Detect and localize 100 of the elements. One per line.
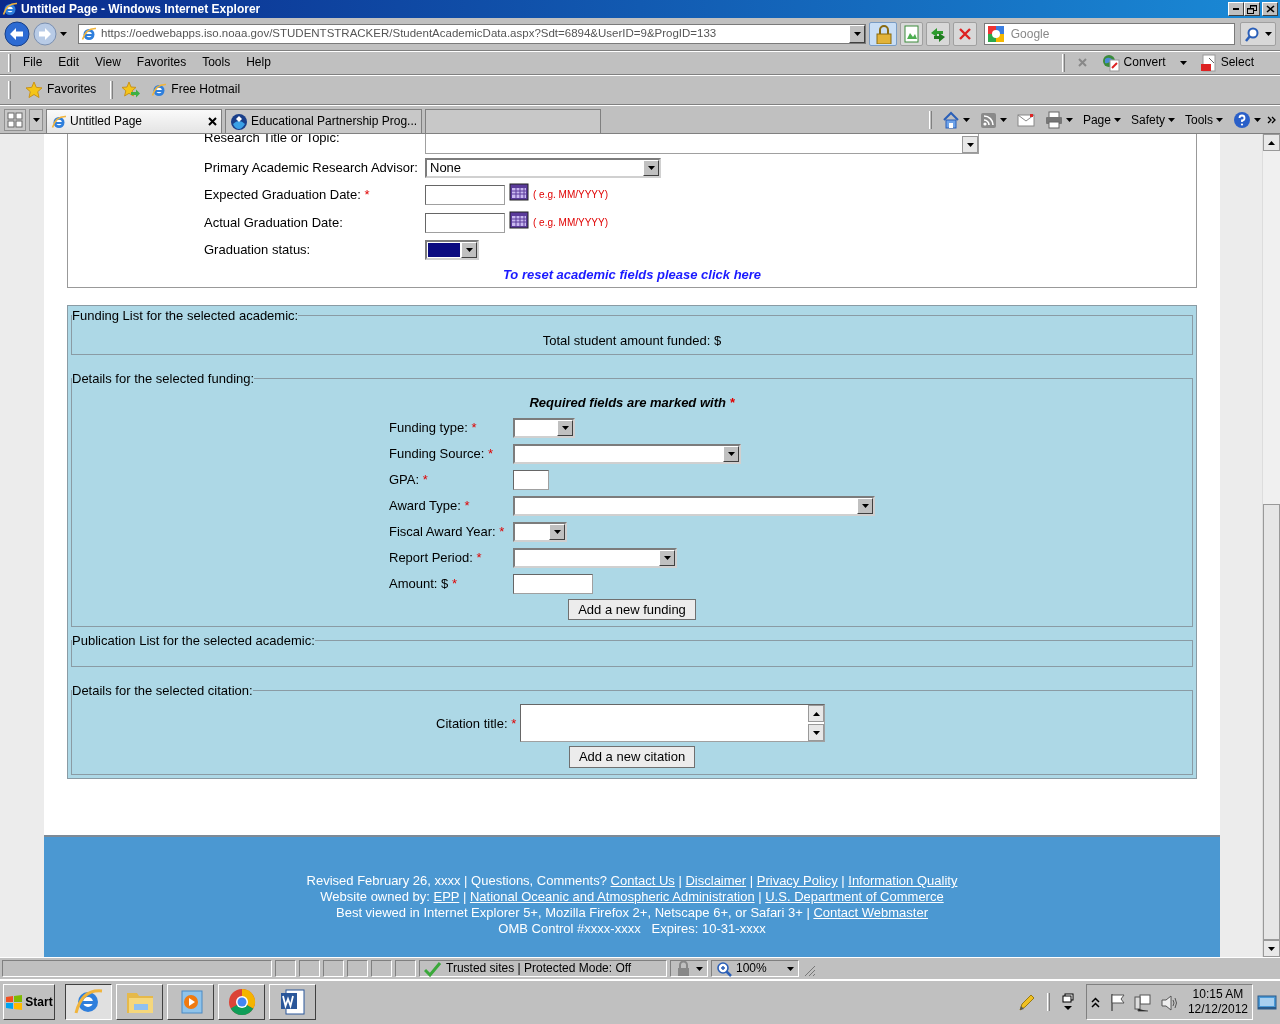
text-field[interactable]: [513, 469, 549, 490]
caret-icon: [663, 555, 671, 560]
back-button[interactable]: [4, 21, 30, 47]
footer-text: Website owned by: EPP | National Oceanic and Atmospheric Administration | U.S. Department of Commerce: [320, 889, 944, 905]
more-tools-icon[interactable]: [1267, 116, 1276, 124]
close-button[interactable]: [1262, 2, 1278, 16]
minimize-icon: [1233, 8, 1239, 10]
calendar-icon[interactable]: [509, 183, 529, 202]
refresh-button[interactable]: [926, 22, 951, 46]
favorites-button[interactable]: Favorites: [19, 78, 103, 101]
circle-logo-icon: [226, 987, 257, 1017]
page-picture-icon: [901, 24, 922, 44]
caret-icon: [647, 165, 655, 170]
scroll-up-button[interactable]: [808, 705, 825, 723]
start-button[interactable]: Start: [3, 984, 55, 1020]
scroll-down-button[interactable]: [962, 136, 978, 153]
compatibility-button[interactable]: [899, 22, 924, 46]
address-dropdown-button[interactable]: [849, 25, 865, 43]
calendar-icon[interactable]: [509, 210, 529, 229]
date-field[interactable]: [425, 185, 505, 206]
add-funding-button[interactable]: Add a new funding: [568, 598, 696, 621]
taskbar-button[interactable]: [65, 984, 112, 1020]
browser-tab[interactable]: Educational Partnership Prog...: [225, 109, 423, 133]
browser-tab[interactable]: Untitled Page: [46, 109, 222, 133]
select-field[interactable]: [513, 547, 677, 568]
field-label: Award Type: *: [389, 498, 471, 514]
section-legend: Publication List for the selected academic:: [72, 633, 315, 649]
scroll-down-button[interactable]: [808, 724, 825, 742]
select-field[interactable]: [513, 417, 575, 438]
resize-grip-icon: [802, 963, 816, 977]
circle-logo-icon: [230, 112, 248, 131]
scroll-up-button[interactable]: [1263, 134, 1280, 151]
lock-button[interactable]: [869, 22, 897, 46]
checkmark-icon: [424, 960, 442, 977]
text-area[interactable]: [520, 704, 826, 743]
caret-icon: [962, 118, 970, 122]
scroll-down-button[interactable]: [1263, 940, 1280, 957]
add-citation-button[interactable]: Add a new citation: [568, 746, 696, 768]
security-zone[interactable]: Trusted sites | Protected Mode: Off: [419, 960, 667, 977]
menu-item[interactable]: Help: [238, 53, 279, 72]
network-icon[interactable]: [1133, 992, 1151, 1012]
security-status-button[interactable]: [670, 960, 708, 977]
menu-item[interactable]: View: [87, 53, 129, 72]
format-hint: ( e.g. MM/YYYY): [533, 216, 608, 229]
caret-icon: [861, 503, 869, 508]
google-icon: [986, 25, 1005, 43]
favorite-link[interactable]: Free Hotmail: [145, 79, 247, 100]
close-tab-icon[interactable]: [208, 117, 217, 126]
show-desktop-icon[interactable]: [1257, 993, 1277, 1011]
select-field[interactable]: None: [425, 157, 661, 178]
caret-icon: [812, 711, 820, 716]
star-icon: [25, 80, 43, 99]
dropdown-icon[interactable]: [1179, 60, 1187, 65]
search-button[interactable]: [1240, 22, 1276, 46]
clock-date: 12/12/2012: [1187, 1002, 1248, 1017]
text-field[interactable]: [513, 573, 593, 594]
minimize-button[interactable]: [1228, 2, 1244, 16]
select-field[interactable]: [425, 240, 479, 261]
envelope-icon: [1016, 112, 1035, 128]
scrollbar[interactable]: [1262, 134, 1280, 957]
caret-icon: [32, 118, 40, 122]
feed-icon: [979, 111, 997, 129]
select-field[interactable]: [513, 521, 567, 542]
caret-icon: [1268, 946, 1275, 951]
caret-icon: [812, 730, 820, 735]
clock-time: 10:15 AM: [1191, 987, 1245, 1002]
command-menu-button[interactable]: Page: [1078, 110, 1125, 130]
address-field[interactable]: https://oedwebapps.iso.noaa.gov/STUDENTSTRACKER/StudentAcademicData.aspx?Sdt=6894&UserID=9&ProgID=133: [78, 24, 866, 44]
menu-item[interactable]: File: [15, 53, 51, 72]
select-field[interactable]: [513, 443, 741, 464]
house-icon: [941, 111, 960, 129]
convert-button[interactable]: Convert: [1095, 51, 1172, 74]
restore-button[interactable]: [1244, 2, 1260, 16]
history-dropdown-icon[interactable]: [60, 31, 69, 37]
menu-item[interactable]: Favorites: [128, 53, 195, 72]
field-label: Graduation status:: [204, 242, 312, 259]
menu-item[interactable]: Edit: [50, 53, 88, 72]
menu-item[interactable]: Tools: [194, 53, 239, 72]
status-panel: [371, 960, 392, 977]
caret-icon: [553, 529, 561, 534]
command-menu-button[interactable]: Tools: [1181, 110, 1227, 130]
browser-icon: [2, 1, 18, 17]
select-button[interactable]: Select: [1194, 51, 1260, 74]
pencil-icon[interactable]: [1016, 993, 1035, 1011]
stop-button[interactable]: [953, 22, 977, 46]
desktop-toolbar-icon[interactable]: [1061, 993, 1074, 1011]
select-field[interactable]: [513, 495, 875, 516]
zoom-button[interactable]: 100%: [711, 960, 799, 977]
total-text: Total student amount funded: $: [542, 332, 722, 348]
search-field[interactable]: Google: [983, 23, 1236, 45]
caret-icon: [1254, 118, 1261, 122]
tab-list-button[interactable]: [29, 109, 43, 131]
command-menu-button[interactable]: Safety: [1126, 110, 1179, 130]
show-hidden-icons-icon[interactable]: [1090, 996, 1100, 1008]
scrollbar-thumb[interactable]: [1263, 504, 1280, 940]
flag-icon[interactable]: [1108, 992, 1125, 1012]
flag-icon: [5, 993, 24, 1011]
reset-link[interactable]: To reset academic fields please click here: [502, 267, 762, 282]
date-field[interactable]: [425, 212, 505, 233]
speaker-icon[interactable]: [1159, 992, 1179, 1012]
